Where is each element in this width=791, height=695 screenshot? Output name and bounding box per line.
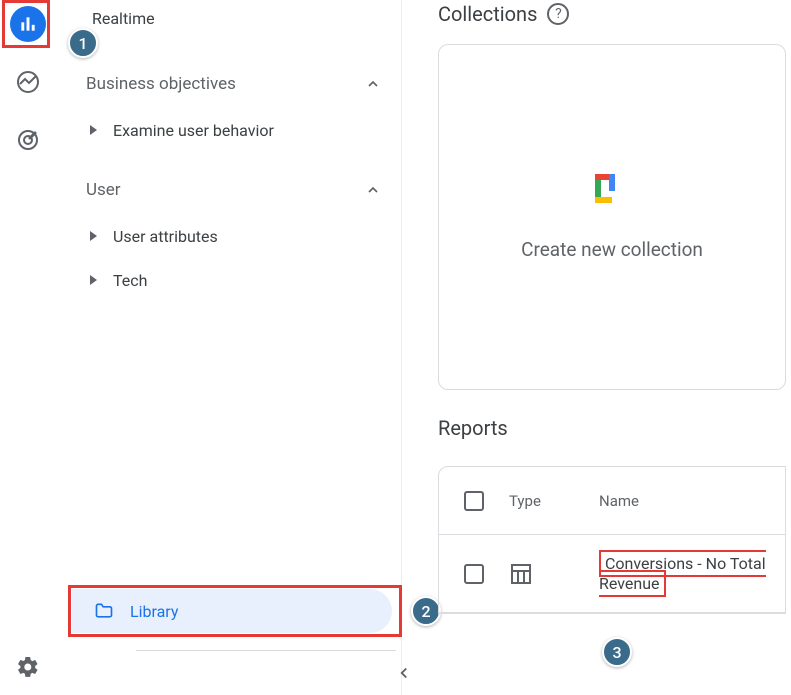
nav-section-user[interactable]: User bbox=[62, 166, 401, 214]
nav-section-label: User bbox=[86, 180, 121, 200]
main-content: Collections ? Create new collection Repo… bbox=[438, 0, 791, 695]
row-checkbox[interactable] bbox=[464, 564, 484, 584]
expand-triangle-icon bbox=[90, 231, 97, 241]
explore-nav-icon[interactable] bbox=[10, 64, 46, 100]
folder-icon bbox=[94, 601, 114, 621]
expand-triangle-icon bbox=[90, 125, 97, 135]
expand-triangle-icon bbox=[90, 275, 97, 285]
nav-item-library[interactable]: Library bbox=[72, 589, 392, 633]
nav-item-label: Examine user behavior bbox=[113, 121, 274, 140]
chevron-up-icon bbox=[365, 76, 381, 92]
nav-section-business-objectives[interactable]: Business objectives bbox=[62, 60, 401, 108]
create-collection-label: Create new collection bbox=[521, 238, 703, 261]
nav-item-examine-user-behavior[interactable]: Examine user behavior bbox=[62, 108, 401, 152]
advertising-nav-icon[interactable] bbox=[10, 122, 46, 158]
divider bbox=[136, 650, 396, 651]
select-all-checkbox[interactable] bbox=[464, 491, 484, 511]
nav-item-realtime[interactable]: Realtime bbox=[62, 0, 401, 40]
nav-section-label: Business objectives bbox=[86, 74, 236, 94]
table-row[interactable]: Conversions - No Total Revenue bbox=[439, 535, 785, 613]
reports-table: Type Name Conversions - No Total Revenue bbox=[438, 466, 786, 614]
reports-heading: Reports bbox=[438, 416, 791, 440]
section-title-text: Collections bbox=[438, 2, 537, 26]
nav-item-label: Realtime bbox=[92, 9, 155, 28]
collapse-nav-button[interactable] bbox=[392, 661, 416, 685]
plus-icon bbox=[595, 174, 629, 208]
help-icon[interactable]: ? bbox=[547, 3, 569, 25]
annotation-badge-2: 2 bbox=[411, 596, 441, 626]
table-report-icon bbox=[509, 562, 533, 586]
nav-item-label: Tech bbox=[113, 271, 147, 290]
table-header-row: Type Name bbox=[439, 467, 785, 535]
collections-heading: Collections ? bbox=[438, 2, 791, 26]
reports-nav-icon[interactable] bbox=[10, 6, 46, 42]
nav-item-tech[interactable]: Tech bbox=[62, 258, 401, 302]
create-collection-card[interactable]: Create new collection bbox=[438, 44, 786, 390]
nav-item-label: Library bbox=[130, 602, 178, 621]
nav-item-label: User attributes bbox=[113, 227, 218, 246]
settings-icon[interactable] bbox=[14, 653, 42, 681]
nav-panel: Realtime Business objectives Examine use… bbox=[62, 0, 402, 695]
report-name-cell: Conversions - No Total Revenue bbox=[599, 550, 766, 597]
column-header-name[interactable]: Name bbox=[599, 492, 785, 510]
chevron-up-icon bbox=[365, 182, 381, 198]
left-icon-rail bbox=[0, 0, 56, 695]
nav-item-user-attributes[interactable]: User attributes bbox=[62, 214, 401, 258]
column-header-type[interactable]: Type bbox=[509, 492, 599, 510]
